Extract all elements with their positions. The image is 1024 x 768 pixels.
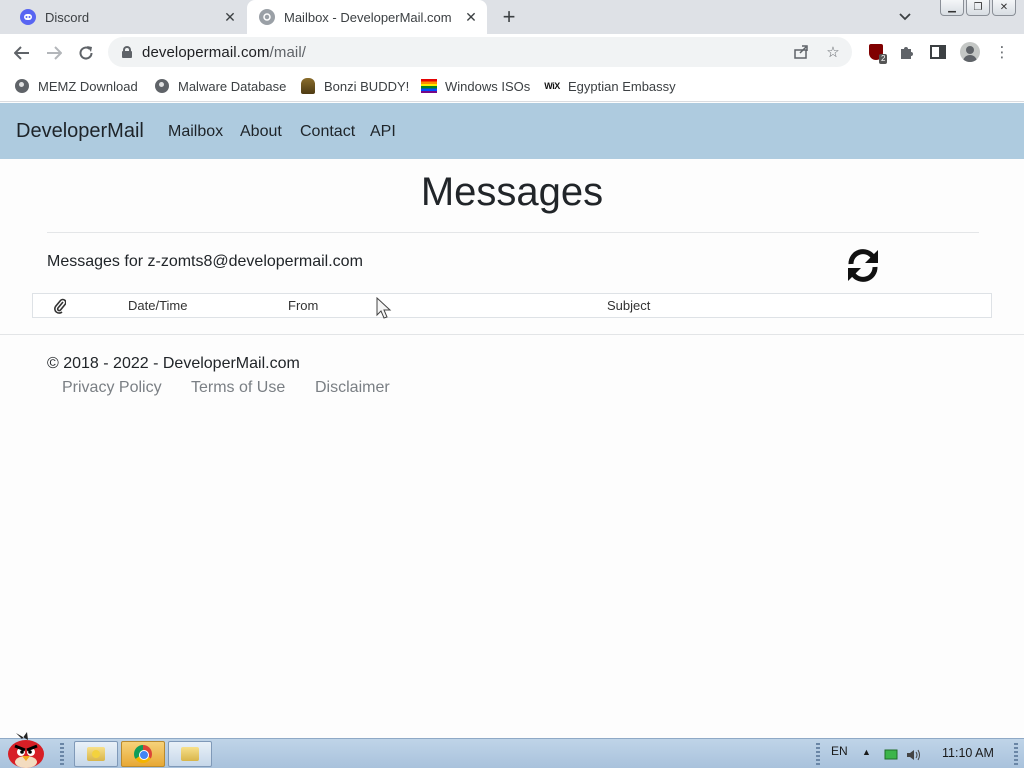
close-window-button[interactable]: ✕: [992, 0, 1016, 16]
bookmark-egyptian-embassy[interactable]: WiX Egyptian Embassy: [544, 76, 676, 96]
nav-mailbox[interactable]: Mailbox: [168, 123, 223, 141]
bookmarks-bar: MEMZ Download Malware Database Bonzi BUD…: [0, 70, 1024, 102]
globe-icon: [14, 78, 30, 94]
footer-divider: [0, 334, 1024, 335]
lock-icon: [122, 46, 132, 58]
tab-mailbox[interactable]: Mailbox - DeveloperMail.com ✕: [247, 0, 487, 34]
bookmark-label: Windows ISOs: [445, 78, 531, 94]
share-icon[interactable]: [792, 43, 810, 61]
window-controls: ▁ ❐ ✕: [940, 0, 1016, 16]
new-tab-button[interactable]: +: [498, 4, 520, 29]
globe-icon: [154, 78, 170, 94]
taskbar-chrome-button[interactable]: [121, 741, 165, 767]
avatar: [960, 42, 980, 62]
copyright-text: © 2018 - 2022 - DeveloperMail.com: [47, 355, 300, 372]
taskbar-explorer-button[interactable]: [74, 741, 118, 767]
nav-contact[interactable]: Contact: [300, 123, 355, 141]
minimize-button[interactable]: ▁: [940, 0, 964, 16]
bookmark-windows-isos[interactable]: Windows ISOs: [421, 76, 530, 96]
tray-grip: [816, 743, 820, 765]
close-tab-icon[interactable]: ✕: [220, 7, 240, 27]
bookmark-star-icon[interactable]: ☆: [824, 43, 842, 61]
show-hidden-icons-icon[interactable]: ▲: [862, 747, 871, 757]
bookmark-label: Malware Database: [178, 78, 287, 94]
tab-search-chevron-icon[interactable]: [896, 8, 914, 26]
taskbar-folder-button[interactable]: [168, 741, 212, 767]
nav-api[interactable]: API: [370, 123, 396, 141]
bookmark-label: MEMZ Download: [38, 78, 138, 94]
taskbar-grip[interactable]: [60, 743, 64, 765]
developermail-icon: [259, 9, 275, 25]
close-tab-icon[interactable]: ✕: [461, 7, 481, 27]
site-brand-link[interactable]: DeveloperMail: [16, 120, 144, 143]
page-title: Messages: [420, 170, 604, 214]
clock[interactable]: 11:10 AM: [942, 746, 994, 760]
column-header-datetime[interactable]: Date/Time: [128, 298, 187, 313]
taskbar: EN ▲ 11:10 AM: [0, 732, 1024, 768]
wix-icon: WiX: [544, 81, 560, 91]
bookmark-memz[interactable]: MEMZ Download: [14, 76, 138, 96]
messages-table-header: Date/Time From Subject: [32, 293, 992, 318]
browser-toolbar: developermail.com/mail/ ☆ 2 ⋮: [0, 34, 1024, 70]
url-text: developermail.com/mail/: [142, 44, 306, 61]
show-desktop-button[interactable]: [1014, 743, 1018, 765]
extensions-puzzle-icon[interactable]: [896, 42, 916, 62]
forward-arrow-icon[interactable]: [42, 41, 66, 65]
tab-title: Mailbox - DeveloperMail.com: [284, 9, 452, 25]
profile-avatar-icon[interactable]: [960, 42, 980, 62]
side-panel-icon[interactable]: [928, 42, 948, 62]
disclaimer-link[interactable]: Disclaimer: [315, 379, 390, 397]
refresh-icon[interactable]: [843, 245, 883, 285]
tab-title: Discord: [45, 9, 90, 25]
network-icon[interactable]: [884, 748, 898, 760]
address-bar[interactable]: developermail.com/mail/ ☆: [108, 37, 852, 67]
tab-discord[interactable]: Discord ✕: [8, 0, 246, 34]
bookmark-label: Bonzi BUDDY!: [324, 78, 410, 94]
divider: [47, 232, 979, 233]
volume-icon[interactable]: [906, 748, 920, 761]
back-arrow-icon[interactable]: [10, 41, 34, 65]
reload-icon[interactable]: [74, 41, 98, 65]
url-host: developermail.com: [142, 43, 270, 61]
site-navbar: DeveloperMail Mailbox About Contact API: [0, 103, 1024, 159]
ublock-extension-icon[interactable]: 2: [866, 42, 888, 64]
column-header-from[interactable]: From: [288, 298, 318, 313]
bonzi-icon: [300, 78, 316, 94]
mouse-cursor-icon: [376, 296, 392, 321]
bookmark-malware-database[interactable]: Malware Database: [154, 76, 286, 96]
paperclip-icon: [54, 298, 67, 314]
restore-button[interactable]: ❐: [966, 0, 990, 16]
chrome-icon: [134, 745, 152, 763]
extension-badge: 2: [879, 54, 888, 64]
kebab-menu-icon[interactable]: ⋮: [992, 42, 1012, 62]
browser-tab-strip: Discord ✕ Mailbox - DeveloperMail.com ✕ …: [0, 0, 1024, 34]
nav-about[interactable]: About: [240, 123, 282, 141]
column-header-subject[interactable]: Subject: [607, 298, 650, 313]
terms-of-use-link[interactable]: Terms of Use: [191, 379, 285, 397]
privacy-policy-link[interactable]: Privacy Policy: [62, 379, 162, 397]
bookmark-bonzi-buddy[interactable]: Bonzi BUDDY!: [300, 76, 409, 96]
folder-icon: [181, 747, 199, 761]
rainbow-flag-icon: [421, 78, 437, 94]
folder-icon: [87, 747, 105, 761]
mailbox-address-text: Messages for z-zomts8@developermail.com: [47, 253, 363, 270]
url-path: /mail/: [269, 43, 307, 61]
ublock-shield: 2: [869, 44, 888, 64]
discord-icon: [20, 9, 36, 25]
start-button-angry-bird-icon[interactable]: [2, 731, 50, 768]
bookmark-label: Egyptian Embassy: [568, 78, 676, 94]
language-indicator[interactable]: EN: [831, 744, 848, 758]
